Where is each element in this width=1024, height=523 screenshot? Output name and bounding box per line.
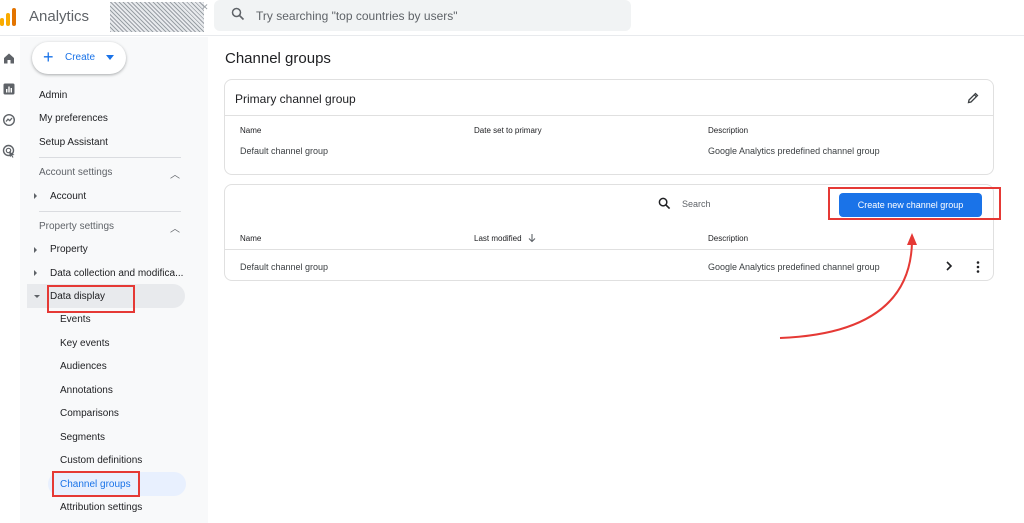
nav-data-collection[interactable]: Data collection and modifica...: [50, 268, 183, 279]
account-selector[interactable]: [110, 2, 204, 32]
more-vert-icon[interactable]: [975, 260, 981, 274]
advertising-icon[interactable]: [2, 144, 16, 158]
pencil-edit-icon[interactable]: [967, 92, 979, 104]
nav-attribution-settings[interactable]: Attribution settings: [60, 502, 142, 513]
column-header-name: Name: [240, 126, 262, 135]
search-placeholder: Search: [682, 199, 711, 209]
sort-descending-icon[interactable]: [527, 233, 537, 243]
nav-events[interactable]: Events: [60, 314, 91, 325]
page-title: Channel groups: [225, 50, 331, 67]
app-title: Analytics: [29, 8, 90, 25]
highlight-box: [828, 187, 1001, 220]
nav-divider: [39, 211, 181, 212]
nav-comparisons[interactable]: Comparisons: [60, 408, 119, 419]
row-name: Default channel group: [240, 262, 329, 272]
expand-arrow-icon[interactable]: [34, 270, 37, 276]
expand-arrow-icon[interactable]: [34, 247, 37, 253]
top-search-bar[interactable]: Try searching "top countries by users": [214, 0, 631, 31]
create-button-label: Create: [65, 52, 96, 63]
column-header-description: Description: [708, 126, 749, 135]
chevron-up-icon[interactable]: ︿: [170, 220, 180, 235]
search-icon: [231, 7, 245, 21]
top-bar: Analytics ✕ Try searching "top countries…: [0, 0, 1024, 36]
caret-down-icon: [106, 55, 114, 60]
chevron-right-icon[interactable]: [944, 260, 954, 272]
explore-icon[interactable]: [2, 113, 16, 127]
nav-admin[interactable]: Admin: [39, 90, 67, 101]
card-header: Primary channel group: [225, 80, 993, 116]
nav-account[interactable]: Account: [50, 191, 86, 202]
primary-group-description: Google Analytics predefined channel grou…: [708, 146, 880, 156]
search-icon: [658, 197, 671, 210]
expand-arrow-icon[interactable]: [34, 193, 37, 199]
side-nav: + Create Admin My preferences Setup Assi…: [20, 37, 208, 523]
column-header-date-set-to-primary: Date set to primary: [474, 126, 542, 135]
create-button[interactable]: + Create: [32, 42, 126, 74]
card-title: Primary channel group: [235, 92, 356, 106]
account-settings-header[interactable]: Account settings: [39, 167, 112, 178]
nav-audiences[interactable]: Audiences: [60, 361, 107, 372]
highlight-box: [52, 471, 140, 497]
search-placeholder: Try searching "top countries by users": [256, 9, 458, 23]
nav-annotations[interactable]: Annotations: [60, 385, 113, 396]
column-header-last-modified[interactable]: Last modified: [474, 234, 522, 243]
nav-custom-definitions[interactable]: Custom definitions: [60, 455, 142, 466]
property-settings-header[interactable]: Property settings: [39, 221, 114, 232]
chevron-up-icon[interactable]: ︿: [170, 166, 180, 181]
primary-channel-group-card: Primary channel group Name Date set to p…: [224, 79, 994, 175]
nav-key-events[interactable]: Key events: [60, 338, 109, 349]
nav-setup-assistant[interactable]: Setup Assistant: [39, 137, 108, 148]
analytics-logo-icon[interactable]: [0, 6, 20, 26]
primary-group-name: Default channel group: [240, 146, 329, 156]
annotation-arrow-icon: [779, 233, 917, 339]
collapse-arrow-icon[interactable]: [34, 295, 40, 298]
column-header-description: Description: [708, 234, 749, 243]
table-search-field[interactable]: Search: [649, 194, 829, 214]
close-icon: ✕: [201, 2, 209, 12]
nav-segments[interactable]: Segments: [60, 432, 105, 443]
reports-icon[interactable]: [2, 82, 16, 96]
nav-property[interactable]: Property: [50, 244, 88, 255]
home-icon[interactable]: [2, 51, 16, 65]
icon-rail: [0, 37, 20, 523]
column-header-name[interactable]: Name: [240, 234, 261, 243]
plus-icon: +: [43, 47, 54, 67]
nav-my-preferences[interactable]: My preferences: [39, 113, 108, 124]
nav-divider: [39, 157, 181, 158]
highlight-box: [47, 285, 135, 313]
